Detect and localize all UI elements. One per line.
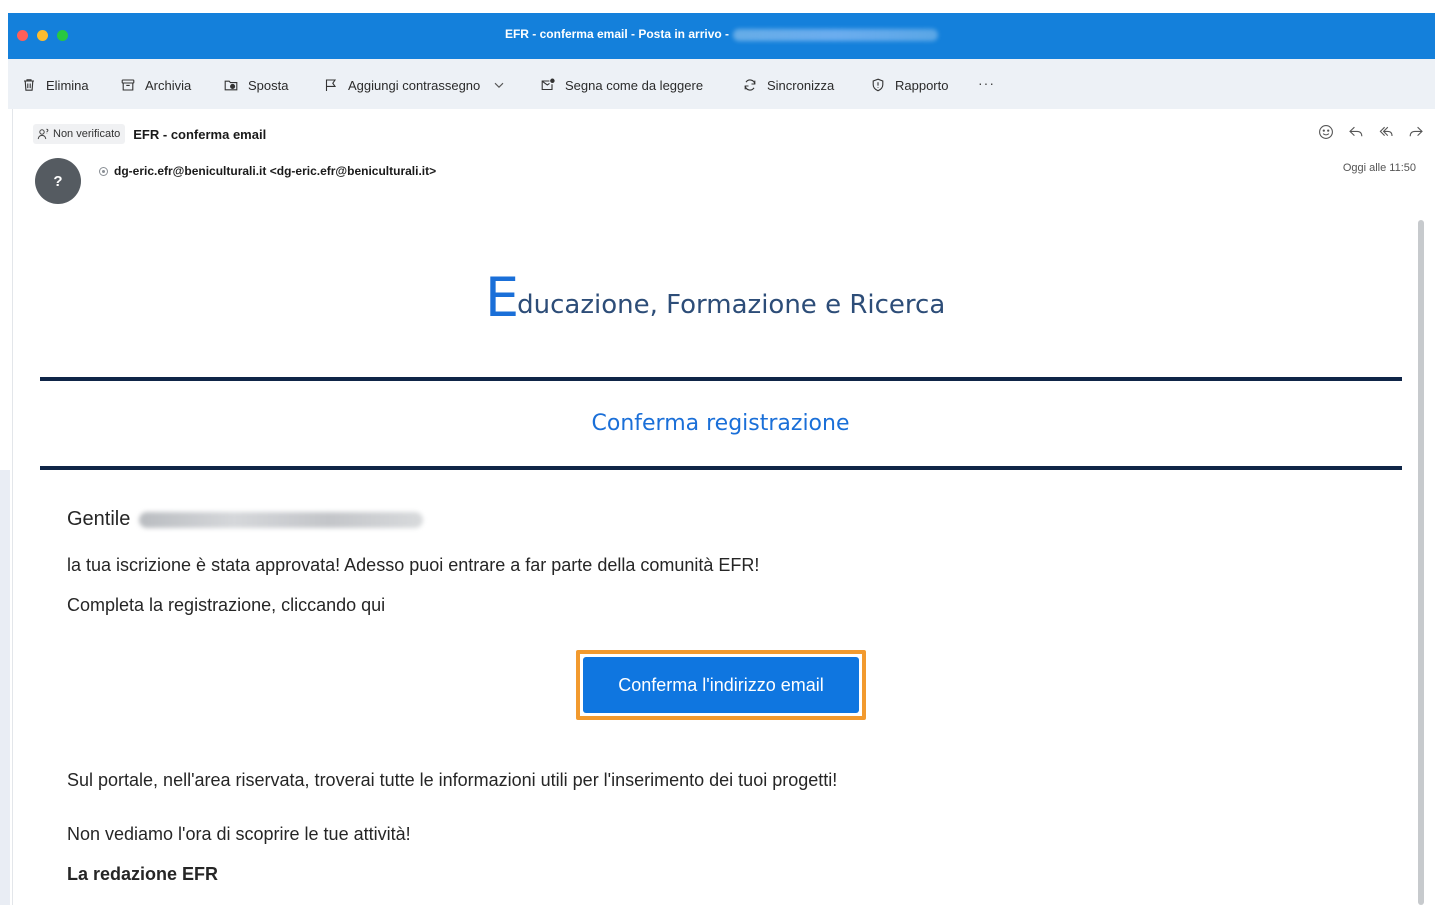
divider-bottom <box>40 466 1402 470</box>
trash-icon <box>24 79 34 91</box>
delete-button[interactable]: Elimina <box>22 77 89 93</box>
divider-top <box>40 377 1402 381</box>
sender-avatar[interactable]: ? <box>35 158 81 204</box>
message-toolbar: Elimina Archivia Sposta Aggiungi contras… <box>8 59 1435 109</box>
more-options-button[interactable]: ··· <box>978 75 995 91</box>
complete-text: Completa la registrazione, cliccando qui <box>67 595 386 615</box>
redacted-account <box>733 28 939 41</box>
archive-icon <box>121 79 135 91</box>
approved-text: la tua iscrizione è stata approvata! Ade… <box>67 555 760 575</box>
signature: La redazione EFR <box>67 864 219 884</box>
archive-button[interactable]: Archivia <box>121 77 191 93</box>
forward-icon[interactable] <box>1407 123 1425 141</box>
sender-address[interactable]: dg-eric.efr@beniculturali.it <dg-eric.ef… <box>99 164 436 178</box>
greeting-text: Gentile <box>67 508 131 530</box>
title-bar: EFR - conferma email - Posta in arrivo - <box>8 13 1435 59</box>
greeting-line: Gentile <box>67 508 424 531</box>
chevron-down-icon[interactable] <box>492 78 506 92</box>
confirm-email-button[interactable]: Conferma l'indirizzo email <box>583 657 859 713</box>
flag-icon <box>325 79 337 91</box>
vertical-scrollbar[interactable] <box>1418 220 1424 905</box>
logo-initial: E <box>485 266 520 329</box>
mark-unread-button[interactable]: Segna come da leggere <box>541 77 703 93</box>
reply-icon[interactable] <box>1347 123 1365 141</box>
delete-label: Elimina <box>46 77 89 93</box>
sync-button[interactable]: Sincronizza <box>743 77 834 93</box>
sender-text: dg-eric.efr@beniculturali.it <dg-eric.ef… <box>114 164 437 178</box>
report-button[interactable]: Rapporto <box>871 77 948 93</box>
closing-text: Non vediamo l'ora di scoprire le tue att… <box>67 824 411 844</box>
archive-label: Archivia <box>145 77 192 93</box>
flag-button[interactable]: Aggiungi contrassegno <box>324 77 516 93</box>
move-button[interactable]: Sposta <box>224 77 288 93</box>
received-time: Oggi alle 11:50 <box>1342 162 1416 174</box>
sender-status-icon <box>99 166 108 176</box>
window-title-wrap: EFR - conferma email - Posta in arrivo - <box>8 27 1435 41</box>
move-label: Sposta <box>248 77 289 93</box>
message-header-row: Non verificato EFR - conferma email <box>33 124 266 144</box>
flag-label: Aggiungi contrassegno <box>348 77 481 93</box>
shield-icon <box>872 78 884 92</box>
reading-pane: Non verificato EFR - conferma email ? dg… <box>12 109 1435 905</box>
mail-window: EFR - conferma email - Posta in arrivo -… <box>0 0 1435 905</box>
report-label: Rapporto <box>895 77 949 93</box>
unverified-badge[interactable]: Non verificato <box>33 124 126 144</box>
envelope-unread-icon <box>541 78 555 91</box>
message-actions <box>1317 123 1425 141</box>
emoji-reaction-icon[interactable] <box>1317 123 1335 141</box>
efr-logo: Educazione, Formazione e Ricerca <box>485 271 945 325</box>
cta-highlight: Conferma l'indirizzo email <box>576 650 866 720</box>
sync-label: Sincronizza <box>767 77 835 93</box>
portal-text: Sul portale, nell'area riservata, trover… <box>67 770 838 790</box>
logo-text: ducazione, Formazione e Ricerca <box>517 290 946 320</box>
reply-all-icon[interactable] <box>1377 123 1395 141</box>
message-subject: EFR - conferma email <box>133 126 267 142</box>
unverified-label: Non verificato <box>53 128 121 140</box>
person-question-icon <box>37 128 49 140</box>
sync-icon <box>744 79 756 91</box>
redacted-name <box>139 511 424 528</box>
confirm-heading: Conferma registrazione <box>591 411 850 436</box>
folder-move-icon <box>224 80 238 91</box>
mark-unread-label: Segna come da leggere <box>565 77 704 93</box>
window-edge <box>0 470 10 905</box>
window-title: EFR - conferma email - Posta in arrivo - <box>504 27 730 41</box>
